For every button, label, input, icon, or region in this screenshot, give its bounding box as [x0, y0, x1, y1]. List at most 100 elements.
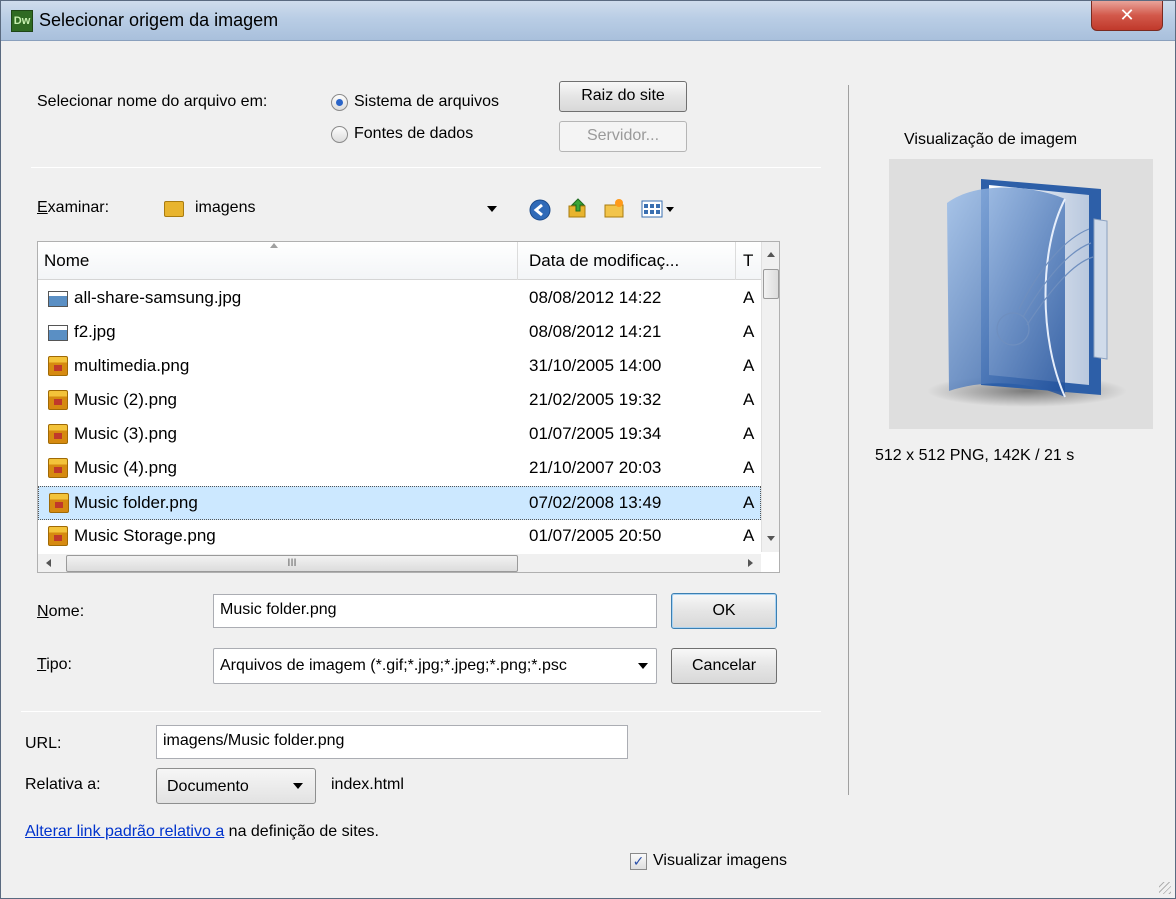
- folder-icon: [164, 201, 184, 217]
- png-file-icon: [48, 390, 68, 410]
- preview-divider: [848, 85, 849, 795]
- file-row[interactable]: multimedia.png 31/10/2005 14:00 A: [38, 350, 761, 384]
- dreamweaver-app-icon: Dw: [11, 10, 33, 32]
- help-text: Alterar link padrão relativo a na defini…: [25, 823, 379, 840]
- back-icon[interactable]: [529, 199, 551, 221]
- file-type: A: [743, 356, 755, 375]
- file-name: multimedia.png: [74, 356, 190, 375]
- server-button[interactable]: Servidor...: [559, 121, 687, 152]
- radio-file-system-label[interactable]: Sistema de arquivos: [354, 93, 499, 111]
- file-type: A: [743, 424, 755, 443]
- new-folder-icon[interactable]: [603, 197, 625, 219]
- separator-bottom: [21, 711, 821, 712]
- url-input[interactable]: imagens/Music folder.png: [156, 725, 628, 759]
- jpg-file-icon: [48, 325, 68, 341]
- file-name: Music (2).png: [74, 390, 177, 409]
- ok-button[interactable]: OK: [671, 593, 777, 629]
- site-root-button[interactable]: Raiz do site: [559, 81, 687, 112]
- relative-label: Relativa a:: [25, 776, 101, 793]
- view-dropdown-arrow-icon[interactable]: [666, 207, 674, 212]
- file-date: 31/10/2005 14:00: [529, 356, 662, 375]
- close-icon: ✕: [1119, 5, 1135, 25]
- vertical-scrollbar[interactable]: [761, 242, 779, 552]
- file-row[interactable]: Music (3).png 01/07/2005 19:34 A: [38, 418, 761, 452]
- file-date: 21/10/2007 20:03: [529, 458, 662, 477]
- file-type: A: [743, 390, 755, 409]
- scroll-down-icon[interactable]: [767, 536, 775, 541]
- file-type: A: [743, 458, 755, 477]
- look-in-label: Examinar:: [37, 199, 110, 216]
- jpg-file-icon: [48, 291, 68, 307]
- scroll-right-icon[interactable]: [748, 559, 753, 567]
- url-label: URL:: [25, 735, 62, 752]
- file-name: all-share-samsung.jpg: [74, 288, 242, 307]
- chevron-down-icon: [487, 206, 497, 212]
- filetype-dropdown[interactable]: Arquivos de imagem (*.gif;*.jpg;*.jpeg;*…: [213, 648, 657, 684]
- file-type: A: [743, 526, 755, 545]
- column-header-type[interactable]: T: [743, 251, 753, 271]
- file-name: Music (3).png: [74, 424, 177, 443]
- filename-input[interactable]: Music folder.png: [213, 594, 657, 628]
- file-row-selected[interactable]: Music folder.png 07/02/2008 13:49 A: [38, 486, 761, 520]
- png-file-icon: [48, 356, 68, 376]
- preview-images-checkbox[interactable]: ✓: [630, 853, 647, 870]
- up-folder-icon[interactable]: [567, 197, 589, 219]
- file-row[interactable]: Music (2).png 21/02/2005 19:32 A: [38, 384, 761, 418]
- relative-dropdown[interactable]: Documento: [156, 768, 316, 804]
- file-list-header: Nome Data de modificaç... T: [38, 242, 761, 280]
- file-row[interactable]: Music (4).png 21/10/2007 20:03 A: [38, 452, 761, 486]
- image-preview: [889, 159, 1153, 429]
- file-type: A: [743, 288, 755, 307]
- horizontal-scroll-thumb[interactable]: III: [66, 555, 518, 572]
- file-dialog-window: Dw Selecionar origem da imagem ✕ Selecio…: [0, 0, 1176, 899]
- column-header-name[interactable]: Nome: [44, 251, 89, 271]
- chevron-down-icon: [638, 663, 648, 669]
- chevron-down-icon: [293, 783, 303, 789]
- look-in-value: imagens: [195, 199, 256, 216]
- file-date: 07/02/2008 13:49: [529, 493, 662, 512]
- close-button[interactable]: ✕: [1091, 1, 1163, 31]
- png-file-icon: [48, 526, 68, 546]
- file-row[interactable]: Music Storage.png 01/07/2005 20:50 A: [38, 520, 761, 554]
- file-row[interactable]: f2.jpg 08/08/2012 14:21 A: [38, 316, 761, 350]
- file-list[interactable]: Nome Data de modificaç... T all-share-sa…: [37, 241, 780, 573]
- file-name: f2.jpg: [74, 322, 116, 341]
- music-folder-preview-image: [927, 179, 1127, 407]
- file-type: A: [743, 493, 755, 512]
- filetype-label: Tipo:: [37, 656, 72, 673]
- file-name: Music (4).png: [74, 458, 177, 477]
- column-divider[interactable]: [735, 242, 736, 280]
- file-date: 01/07/2005 19:34: [529, 424, 662, 443]
- window-title: Selecionar origem da imagem: [39, 10, 279, 30]
- change-default-link[interactable]: Alterar link padrão relativo a: [25, 823, 224, 840]
- relative-file: index.html: [331, 776, 404, 793]
- radio-file-system[interactable]: [331, 94, 348, 111]
- horizontal-scrollbar[interactable]: III: [38, 554, 761, 572]
- scroll-left-icon[interactable]: [46, 559, 51, 567]
- preview-images-label[interactable]: Visualizar imagens: [653, 852, 787, 870]
- view-menu-icon[interactable]: [641, 198, 663, 220]
- column-divider[interactable]: [517, 242, 518, 280]
- source-label: Selecionar nome do arquivo em:: [37, 93, 268, 110]
- filetype-value: Arquivos de imagem (*.gif;*.jpg;*.jpeg;*…: [220, 657, 567, 674]
- file-date: 21/02/2005 19:32: [529, 390, 662, 409]
- file-row[interactable]: all-share-samsung.jpg 08/08/2012 14:22 A: [38, 282, 761, 316]
- png-file-icon: [49, 493, 69, 513]
- checkmark-icon: ✓: [632, 853, 645, 869]
- title-bar[interactable]: Dw Selecionar origem da imagem ✕: [1, 1, 1175, 41]
- filename-label: Nome:: [37, 603, 85, 620]
- vertical-scroll-thumb[interactable]: [763, 269, 779, 299]
- preview-info: 512 x 512 PNG, 142K / 21 s: [875, 447, 1075, 464]
- file-name: Music Storage.png: [74, 526, 216, 545]
- radio-data-sources[interactable]: [331, 126, 348, 143]
- radio-data-sources-label[interactable]: Fontes de dados: [354, 125, 473, 143]
- scroll-up-icon[interactable]: [767, 252, 775, 257]
- file-date: 08/08/2012 14:21: [529, 322, 662, 341]
- look-in-dropdown[interactable]: imagens: [151, 189, 509, 229]
- resize-grip-icon[interactable]: [1159, 882, 1171, 894]
- file-name: Music folder.png: [74, 493, 198, 512]
- cancel-button[interactable]: Cancelar: [671, 648, 777, 684]
- file-type: A: [743, 322, 755, 341]
- png-file-icon: [48, 424, 68, 444]
- column-header-date[interactable]: Data de modificaç...: [529, 251, 679, 271]
